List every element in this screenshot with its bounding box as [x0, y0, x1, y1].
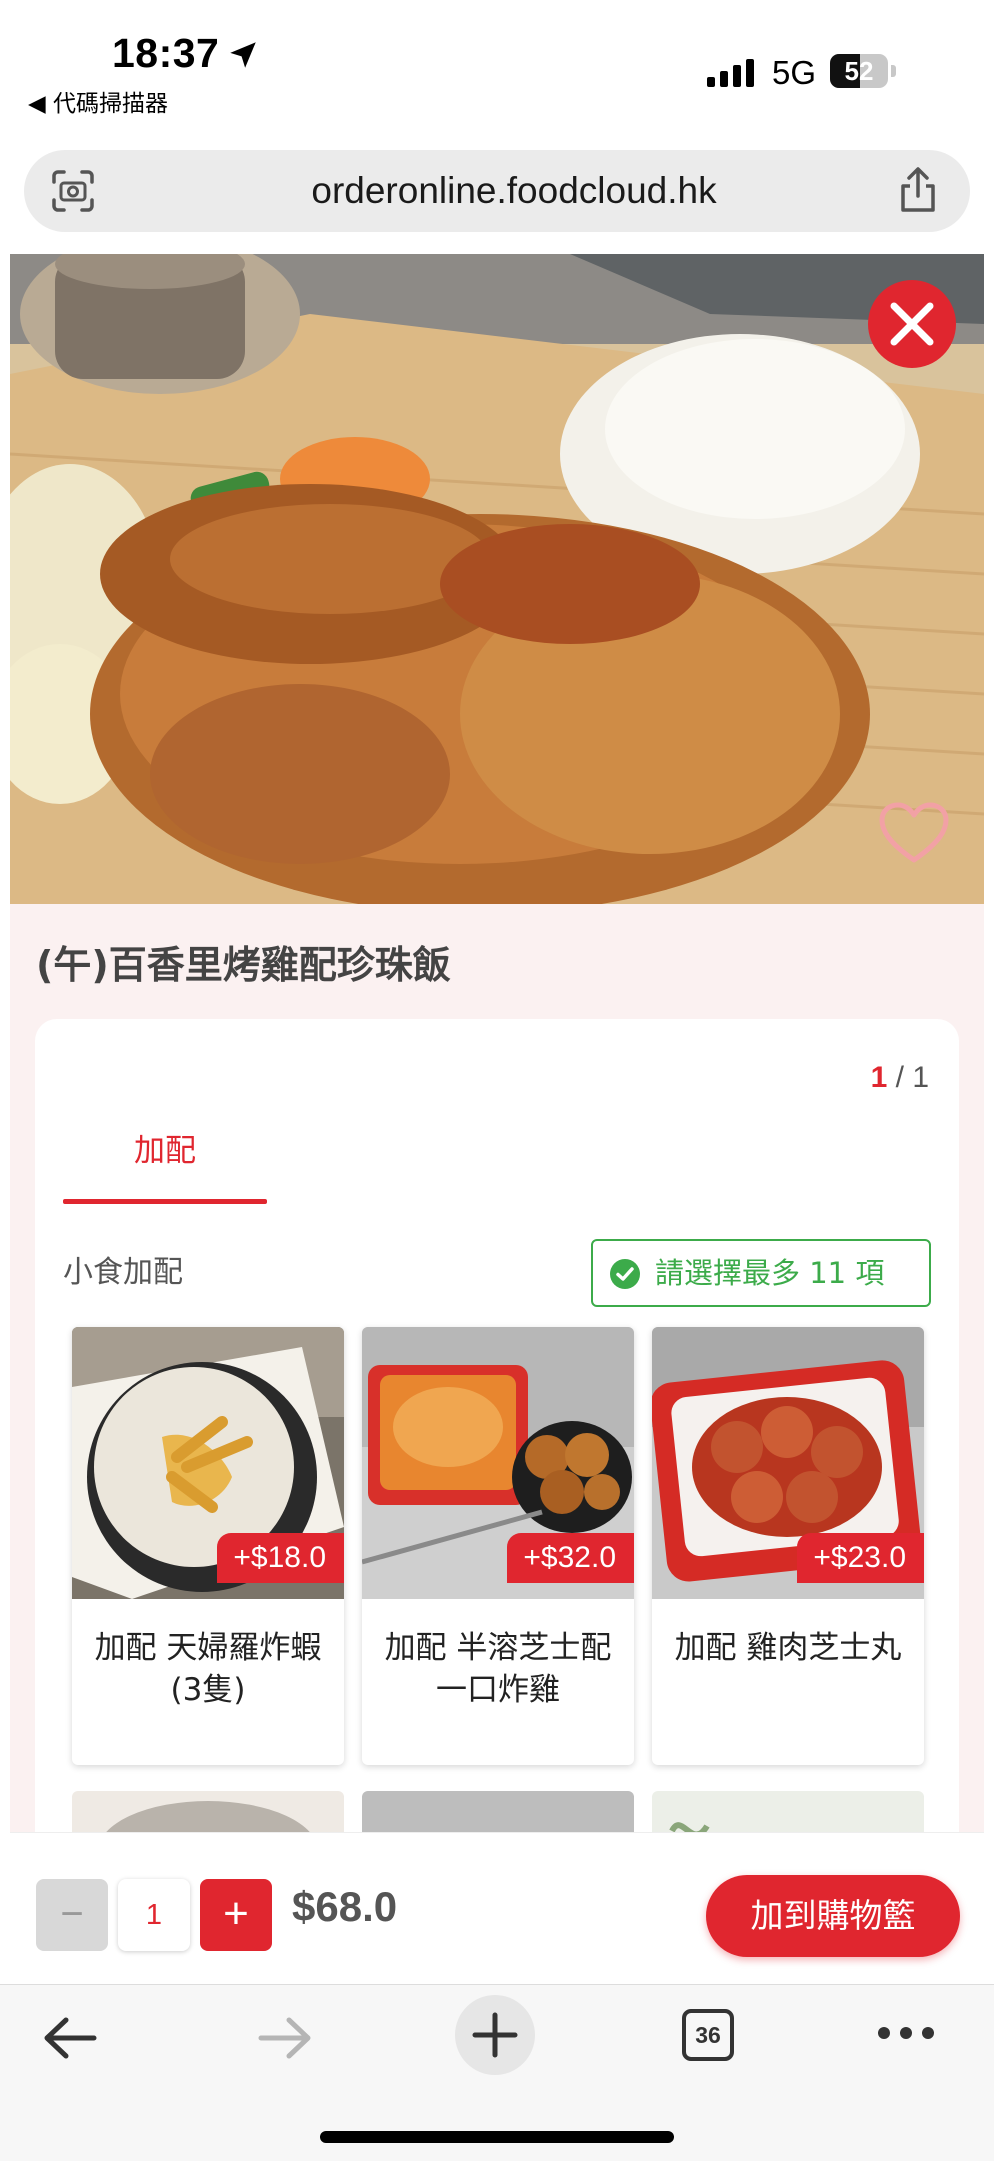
addon-price: +$18.0 [217, 1533, 344, 1583]
tab-switcher-button[interactable]: 36 [682, 2009, 734, 2061]
close-icon [890, 302, 934, 346]
total-price: $68.0 [292, 1883, 398, 1930]
product-detail-page: (午)百香里烤雞配珍珠飯 1 / 1 加配 小食加配 請選擇最多 11 項 +$… [10, 254, 984, 1984]
pager-total: 1 [912, 1061, 929, 1094]
product-photo [10, 254, 984, 904]
quantity-decrease-button[interactable]: − [36, 1879, 108, 1951]
addon-name: 加配 天婦羅炸蝦(3隻) [94, 1630, 322, 1708]
active-tab-indicator [63, 1199, 267, 1204]
status-bar: 18:37 ◀ 代碼掃描器 5G 52 [0, 0, 994, 140]
addon-name: 加配 半溶芝士配一口炸雞 [384, 1630, 612, 1708]
pager-current: 1 [870, 1061, 888, 1094]
addon-card[interactable]: +$23.0 加配 雞肉芝士丸 [652, 1327, 924, 1765]
url-text[interactable]: orderonline.foodcloud.hk [144, 150, 884, 232]
option-group-label: 小食加配 [63, 1255, 183, 1290]
more-options-icon[interactable] [876, 2023, 936, 2043]
share-icon[interactable] [896, 166, 940, 214]
home-indicator [320, 2131, 674, 2143]
location-arrow-icon [230, 42, 256, 68]
addon-card[interactable]: +$32.0 加配 半溶芝士配一口炸雞 [362, 1327, 634, 1765]
favorite-heart-icon[interactable] [878, 802, 950, 866]
addon-price: +$23.0 [797, 1533, 924, 1583]
plus-icon [472, 2012, 518, 2058]
browser-toolbar: 36 [0, 1984, 994, 2161]
battery-indicator: 52 [830, 54, 896, 88]
addon-name: 加配 雞肉芝士丸 [674, 1630, 902, 1666]
address-bar[interactable]: orderonline.foodcloud.hk [24, 150, 970, 232]
check-circle-icon [610, 1259, 640, 1289]
order-bar: − 1 + $68.0 加到購物籃 [10, 1832, 984, 1985]
addon-price: +$32.0 [507, 1533, 634, 1583]
tab-addons[interactable]: 加配 [63, 1115, 267, 1195]
selection-rule-text: 請選擇最多 11 項 [655, 1256, 885, 1290]
add-to-cart-button[interactable]: 加到購物籃 [706, 1875, 960, 1957]
back-to-app-link[interactable]: ◀ 代碼掃描器 [28, 84, 168, 118]
step-pager: 1 / 1 [871, 1061, 929, 1095]
pager-separator: / [887, 1061, 913, 1094]
network-type: 5G [772, 54, 817, 91]
battery-percent: 52 [844, 56, 874, 86]
camera-scan-icon[interactable] [50, 168, 96, 214]
quantity-value: 1 [118, 1879, 190, 1951]
selection-rule-badge: 請選擇最多 11 項 [591, 1239, 931, 1307]
new-tab-button[interactable] [455, 1995, 535, 2075]
product-title: (午)百香里烤雞配珍珠飯 [36, 943, 451, 987]
cellular-signal-icon [707, 59, 754, 87]
back-arrow-icon[interactable] [40, 2013, 100, 2063]
forward-arrow-icon[interactable] [255, 2013, 315, 2063]
addon-card[interactable]: +$18.0 加配 天婦羅炸蝦(3隻) [72, 1327, 344, 1765]
quantity-increase-button[interactable]: + [200, 1879, 272, 1951]
close-button[interactable] [868, 280, 956, 368]
status-time: 18:37 [112, 30, 220, 76]
